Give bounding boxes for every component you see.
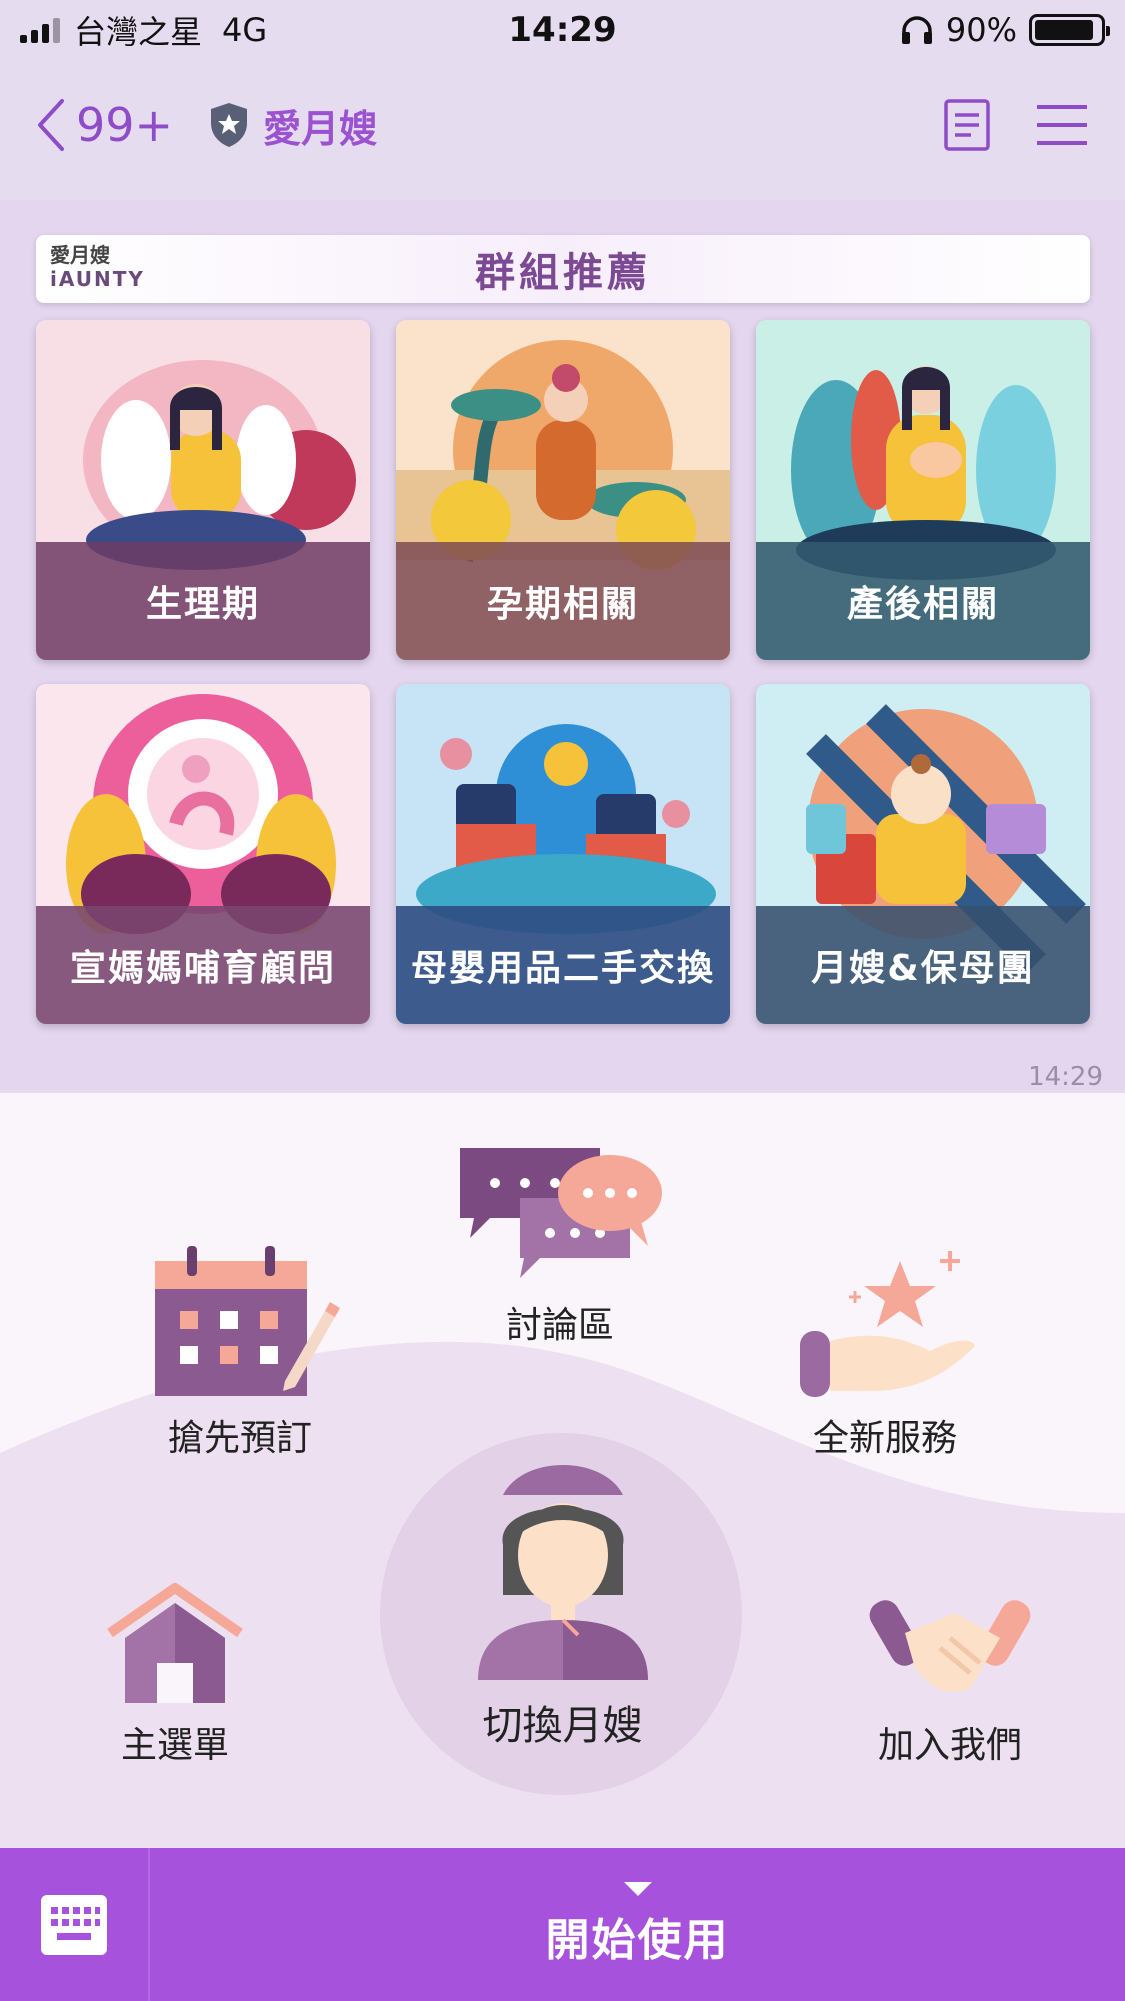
- group-tile-breastfeeding[interactable]: 宣媽媽哺育顧問: [36, 684, 370, 1024]
- battery-percent: 90%: [945, 11, 1017, 49]
- start-label: 開始使用: [545, 1914, 730, 1966]
- group-label: 宣媽媽哺育顧問: [36, 906, 370, 1024]
- menu-main[interactable]: 主選單: [70, 1578, 280, 1768]
- hand-star-icon: [800, 1251, 975, 1397]
- network-type: 4G: [222, 11, 268, 49]
- menu-reserve[interactable]: 搶先預訂: [130, 1241, 350, 1461]
- group-grid: 生理期 孕期相關 產後相關 宣媽媽哺育顧問 母嬰用品二手交換 月嫂&保母團: [36, 320, 1090, 1024]
- headphones-icon: [901, 16, 932, 44]
- unread-count: 99+: [76, 98, 174, 152]
- keyboard-toggle-button[interactable]: [0, 1848, 150, 2001]
- carrier-name: 台灣之星: [74, 13, 203, 51]
- group-label: 孕期相關: [396, 542, 730, 660]
- keyboard-icon: [41, 1894, 107, 1955]
- group-tile-pregnancy[interactable]: 孕期相關: [396, 320, 730, 660]
- group-label: 母嬰用品二手交換: [396, 906, 730, 1024]
- menu-icon[interactable]: [1035, 103, 1089, 147]
- group-tile-postpartum[interactable]: 產後相關: [756, 320, 1090, 660]
- banner-title: 群組推薦: [475, 250, 651, 296]
- chat-header: 99+ 愛月嫂: [0, 80, 1125, 170]
- menu-label: 搶先預訂: [167, 1418, 312, 1459]
- group-tile-period[interactable]: 生理期: [36, 320, 370, 660]
- chat-message-area: 愛月嫂 iAUNTY 群組推薦 生理期 孕期相關 產後相關 宣媽媽哺育顧問 母嬰…: [0, 200, 1125, 1092]
- menu-join-us[interactable]: 加入我們: [845, 1578, 1055, 1768]
- start-using-button[interactable]: 開始使用: [150, 1848, 1125, 2001]
- home-icon: [107, 1583, 243, 1703]
- back-button[interactable]: 99+: [36, 98, 173, 152]
- group-label: 產後相關: [756, 542, 1090, 660]
- menu-discussion[interactable]: 討論區: [440, 1138, 680, 1348]
- battery-icon: [1029, 14, 1110, 46]
- menu-label: 討論區: [505, 1305, 614, 1346]
- brand-logo: 愛月嫂 iAUNTY: [50, 243, 145, 291]
- official-shield-icon: [211, 103, 248, 147]
- chat-bubbles-icon: [460, 1148, 662, 1278]
- group-tile-secondhand[interactable]: 母嬰用品二手交換: [396, 684, 730, 1024]
- status-bar: 台灣之星 4G 14:29 90%: [0, 0, 1125, 60]
- group-label: 生理期: [36, 542, 370, 660]
- battery-level: [1035, 20, 1093, 40]
- menu-new-service[interactable]: 全新服務: [775, 1241, 995, 1461]
- signal-strength-icon: [20, 17, 60, 43]
- notes-icon[interactable]: [943, 98, 991, 152]
- bottom-bar: 開始使用: [0, 1848, 1125, 2001]
- message-timestamp: 14:29: [1028, 1062, 1103, 1092]
- group-recommend-banner: 愛月嫂 iAUNTY 群組推薦: [36, 235, 1090, 303]
- menu-label: 加入我們: [877, 1725, 1022, 1766]
- group-label: 月嫂&保母團: [756, 906, 1090, 1024]
- chat-name: 愛月嫂: [263, 106, 378, 151]
- menu-switch-aunty[interactable]: 切換月嫂: [440, 1455, 685, 1751]
- brand-name-en: iAUNTY: [50, 267, 145, 291]
- menu-label: 切換月嫂: [482, 1703, 643, 1749]
- nanny-avatar-icon: [477, 1465, 648, 1680]
- brand-name-cn: 愛月嫂: [50, 243, 110, 267]
- caret-down-icon: [623, 1881, 652, 1896]
- calendar-icon: [155, 1246, 340, 1396]
- menu-label: 主選單: [120, 1725, 229, 1766]
- handshake-icon: [869, 1600, 1031, 1692]
- chevron-left-icon: [38, 99, 64, 151]
- group-tile-nanny[interactable]: 月嫂&保母團: [756, 684, 1090, 1024]
- rich-menu: 討論區 搶先預訂 全新服務 主選單 切換月嫂 加入我們: [0, 1093, 1125, 1848]
- menu-label: 全新服務: [812, 1418, 957, 1459]
